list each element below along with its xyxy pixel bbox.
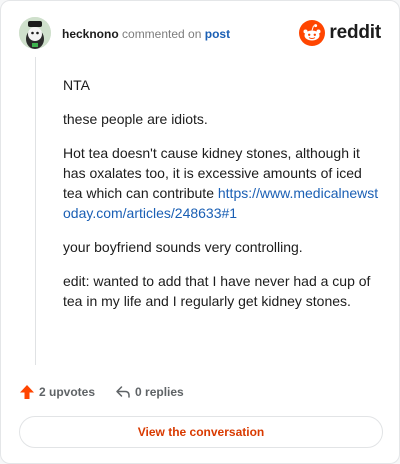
comment-paragraph: these people are idiots.	[63, 111, 208, 127]
comment-paragraph: your boyfriend sounds very controlling.	[63, 239, 303, 255]
comment-card: hecknono commented on post reddit NTA th…	[0, 0, 400, 464]
reddit-wordmark: reddit	[329, 22, 381, 43]
commented-on-text: commented on	[122, 27, 202, 41]
comment-header: hecknono commented on post reddit	[19, 15, 383, 53]
upvote-arrow-icon	[20, 385, 34, 399]
reply-button[interactable]: 0 replies	[115, 384, 184, 400]
username[interactable]: hecknono	[62, 27, 119, 41]
comment-paragraph: NTA	[63, 77, 90, 93]
upvote-button[interactable]: 2 upvotes	[19, 384, 95, 400]
comment-body: NTA these people are idiots. Hot tea doe…	[63, 75, 381, 325]
post-link[interactable]: post	[205, 27, 230, 41]
comment-paragraph: edit: wanted to add that I have never ha…	[63, 273, 371, 309]
reply-icon	[116, 386, 130, 398]
reddit-snoo-icon	[299, 20, 326, 46]
avatar-image	[19, 17, 51, 49]
reddit-logo[interactable]: reddit	[299, 19, 381, 47]
view-conversation-button[interactable]: View the conversation	[19, 416, 383, 448]
avatar[interactable]	[19, 17, 51, 49]
comment-byline: hecknono commented on post	[62, 27, 230, 41]
comment-paragraph: Hot tea doesn't cause kidney stones, alt…	[63, 143, 381, 223]
upvote-count: 2 upvotes	[39, 385, 96, 399]
reply-count: 0 replies	[135, 385, 184, 399]
comment-actions: 2 upvotes 0 replies	[19, 382, 204, 402]
thread-line	[35, 57, 36, 365]
